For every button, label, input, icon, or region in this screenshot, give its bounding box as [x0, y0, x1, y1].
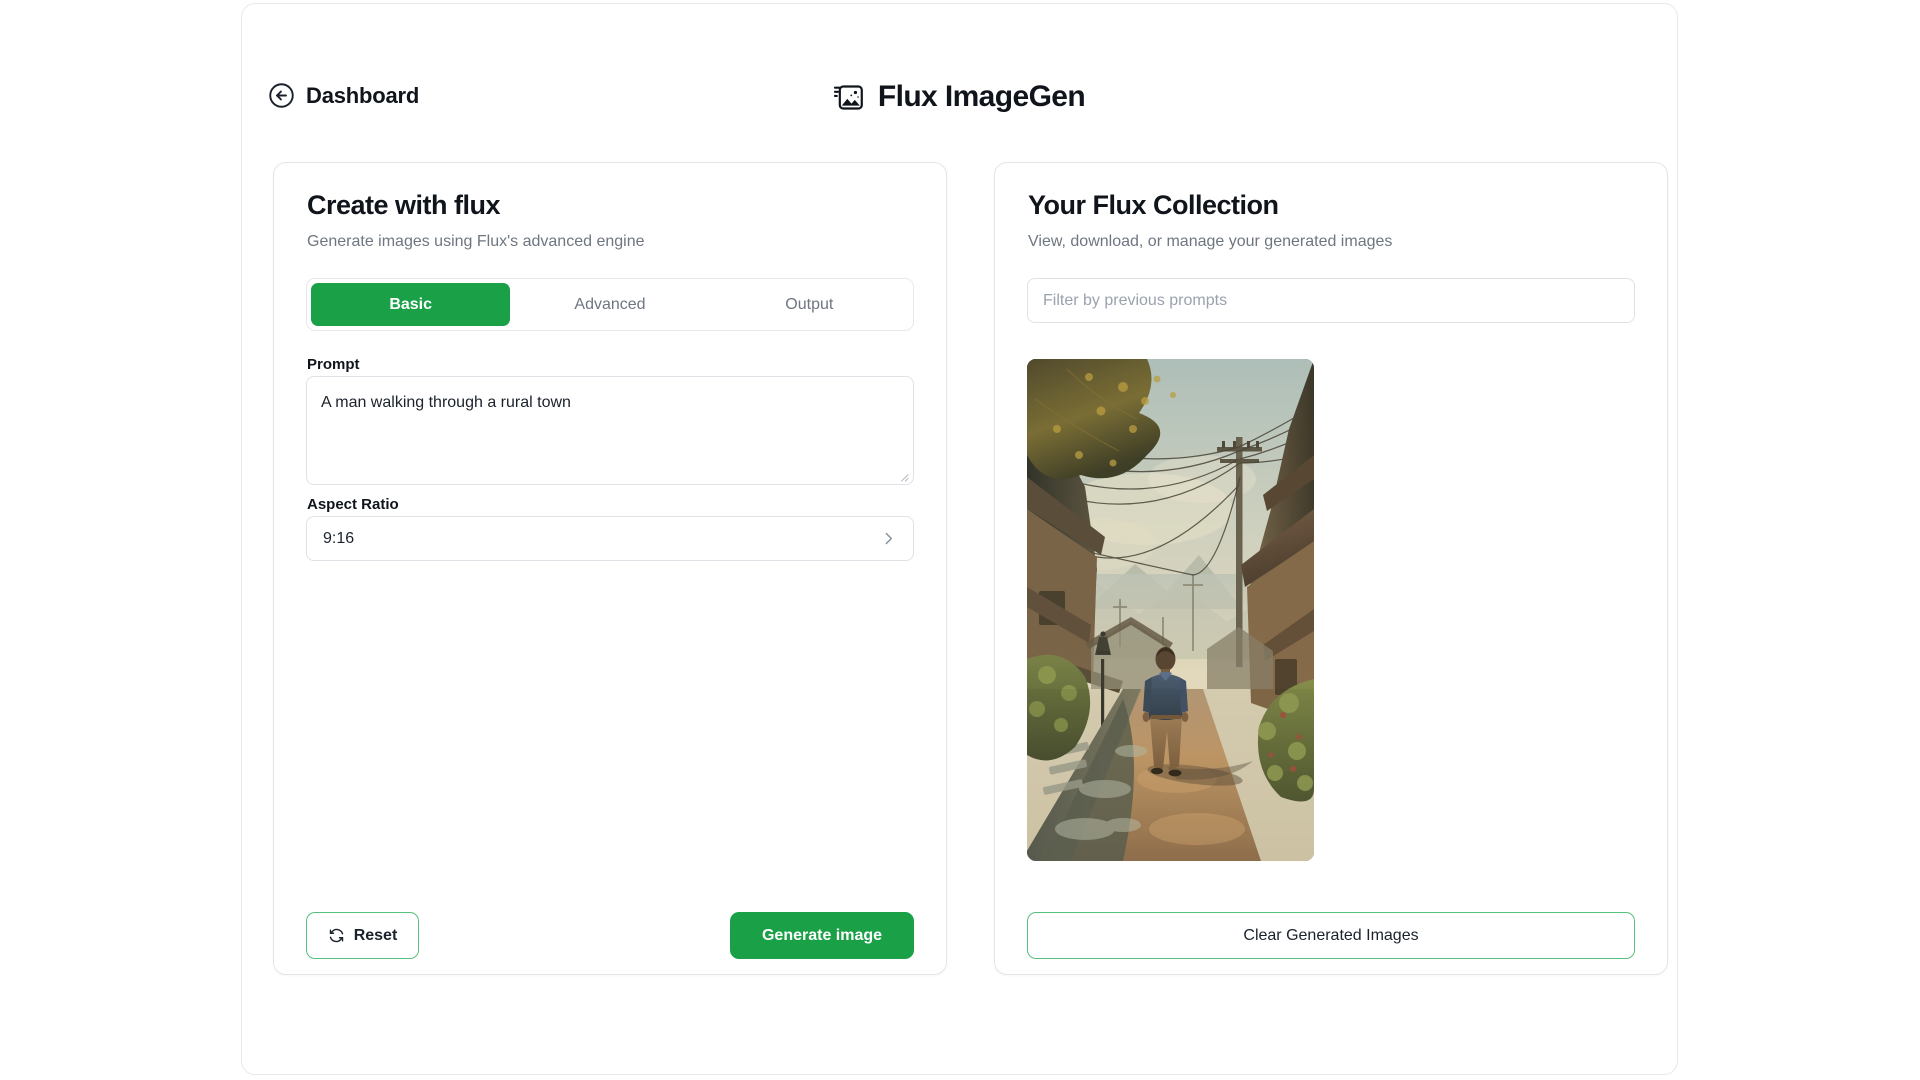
reset-button[interactable]: Reset — [306, 912, 419, 959]
clear-button-label: Clear Generated Images — [1243, 926, 1419, 944]
app-title-text: Flux ImageGen — [877, 80, 1086, 113]
clear-generated-images-button[interactable]: Clear Generated Images — [1027, 912, 1635, 959]
reset-button-label: Reset — [353, 926, 398, 944]
create-panel-title: Create with flux — [307, 190, 501, 220]
aspect-ratio-label: Aspect Ratio — [307, 496, 399, 513]
filter-prompts-input[interactable] — [1027, 278, 1635, 323]
aspect-ratio-select[interactable]: 9:16 — [306, 516, 914, 561]
prompt-input[interactable] — [306, 376, 914, 485]
collection-panel-title: Your Flux Collection — [1028, 190, 1279, 220]
app-title: Flux ImageGen — [242, 80, 1677, 114]
collection-panel-subtitle: View, download, or manage your generated… — [1028, 233, 1393, 250]
create-panel: Create with flux Generate images using F… — [273, 162, 947, 975]
generated-image-thumbnail[interactable] — [1027, 359, 1314, 861]
tab-advanced[interactable]: Advanced — [510, 283, 709, 326]
generate-image-button[interactable]: Generate image — [730, 912, 914, 959]
app-header: Dashboard Flux ImageGen — [242, 4, 1677, 134]
tab-basic[interactable]: Basic — [311, 283, 511, 326]
action-button-row: Reset Generate image — [306, 912, 914, 959]
generate-button-label: Generate image — [761, 926, 883, 944]
app-window: Dashboard Flux ImageGen Create with flux… — [241, 3, 1678, 1075]
mode-tabs: Basic Advanced Output — [306, 278, 914, 331]
collection-panel: Your Flux Collection View, download, or … — [994, 162, 1668, 975]
aspect-ratio-value: 9:16 — [323, 529, 355, 547]
image-sparkle-icon — [833, 82, 865, 113]
chevron-right-icon — [880, 530, 897, 547]
prompt-label: Prompt — [307, 356, 360, 373]
refresh-icon — [328, 927, 345, 944]
tab-output[interactable]: Output — [710, 283, 909, 326]
create-panel-subtitle: Generate images using Flux's advanced en… — [307, 233, 645, 250]
